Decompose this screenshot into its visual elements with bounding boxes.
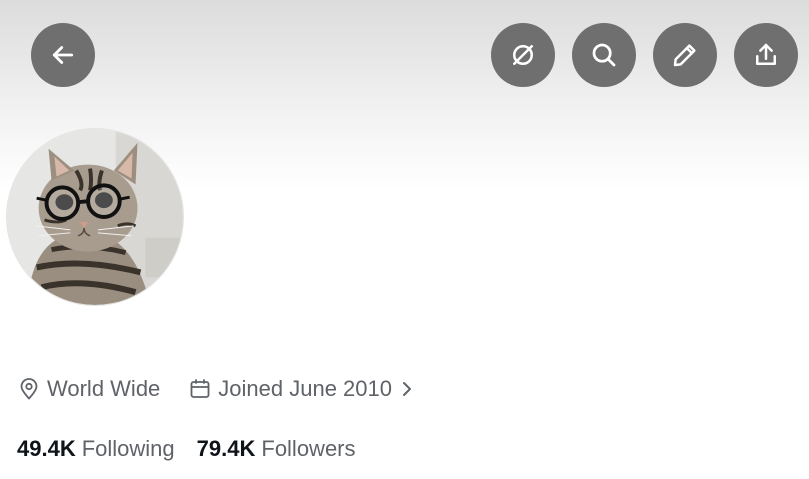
chevron-right-icon bbox=[400, 380, 420, 398]
profile-page: World Wide Joined June 2010 49.4K Follow… bbox=[0, 0, 809, 479]
search-button[interactable] bbox=[572, 23, 636, 87]
arrow-left-icon bbox=[52, 46, 74, 64]
location: World Wide bbox=[17, 376, 160, 402]
followers-link[interactable]: 79.4K Followers bbox=[197, 436, 356, 462]
following-count: 49.4K bbox=[17, 436, 76, 461]
location-text: World Wide bbox=[47, 376, 161, 401]
profile-meta: World Wide Joined June 2010 bbox=[17, 376, 420, 402]
calendar-icon bbox=[190, 379, 210, 398]
share-button[interactable] bbox=[734, 23, 798, 87]
search-icon bbox=[592, 43, 616, 67]
joined-text: Joined June 2010 bbox=[218, 376, 392, 401]
follow-stats: 49.4K Following 79.4K Followers bbox=[17, 436, 378, 462]
back-button[interactable] bbox=[31, 23, 95, 87]
joined-date[interactable]: Joined June 2010 bbox=[188, 376, 420, 402]
following-label: Following bbox=[81, 436, 175, 461]
profile-avatar[interactable] bbox=[6, 128, 184, 306]
following-link[interactable]: 49.4K Following bbox=[17, 436, 175, 462]
location-pin-icon bbox=[20, 378, 38, 400]
edit-button[interactable] bbox=[653, 23, 717, 87]
grok-button[interactable] bbox=[491, 23, 555, 87]
followers-label: Followers bbox=[261, 436, 356, 461]
cat-with-glasses-avatar bbox=[7, 129, 183, 305]
slashed-circle-icon bbox=[513, 45, 533, 65]
pencil-icon bbox=[673, 44, 696, 67]
upload-icon bbox=[756, 43, 776, 65]
followers-count: 79.4K bbox=[196, 436, 256, 461]
